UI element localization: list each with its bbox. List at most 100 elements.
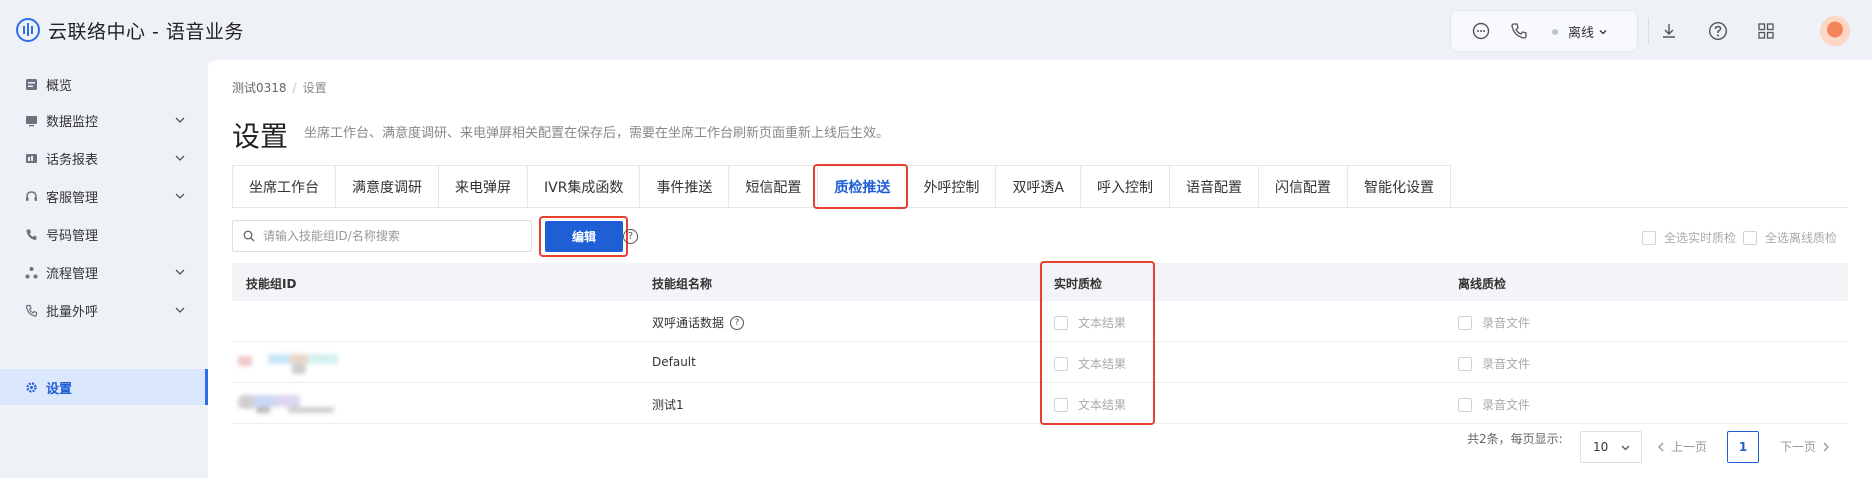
sidebar-item-label: 客服管理: [46, 190, 99, 206]
checkbox[interactable]: [1054, 397, 1068, 412]
checkbox[interactable]: [1458, 315, 1472, 330]
page-size-value: 10: [1593, 440, 1609, 454]
sidebar-item-number-management[interactable]: 号码管理: [0, 216, 208, 252]
search-input[interactable]: [263, 229, 523, 243]
tab-dual-call-a[interactable]: 双呼透A: [996, 166, 1082, 208]
realtime-label: 文本结果: [1078, 357, 1127, 371]
monitor-icon: [24, 113, 38, 127]
sidebar-item-label: 批量外呼: [46, 304, 99, 320]
sidebar-item-call-report[interactable]: 话务报表: [0, 140, 208, 176]
tab-incoming-popup[interactable]: 来电弹屏: [439, 166, 528, 208]
offline-label: 录音文件: [1482, 398, 1531, 412]
sidebar: 概览 数据监控 话务报表 客服管理 号码管理 流程管理 批量外呼 设置: [0, 60, 208, 478]
sidebar-item-overview[interactable]: 概览: [0, 66, 208, 102]
checkbox[interactable]: [1054, 356, 1068, 371]
sidebar-item-agent-management[interactable]: 客服管理: [0, 178, 208, 214]
tab-voice-config[interactable]: 语音配置: [1170, 166, 1260, 208]
chevron-down-icon: [1599, 29, 1607, 34]
edit-button[interactable]: 编辑: [545, 221, 623, 252]
chevron-down-icon: [175, 117, 185, 123]
chevron-down-icon: [175, 269, 185, 275]
skill-name-cell: Default: [652, 355, 696, 369]
checkbox[interactable]: [1743, 230, 1757, 245]
status-dot-icon: [1552, 28, 1558, 35]
tab-ivr-functions[interactable]: IVR集成函数: [528, 166, 641, 208]
search-box[interactable]: [232, 220, 532, 252]
table-row: Default 文本结果 录音文件: [232, 342, 1848, 383]
chevron-left-icon: [1658, 442, 1664, 451]
offline-checkbox-cell[interactable]: 录音文件: [1458, 396, 1530, 413]
search-icon: [243, 230, 255, 242]
sidebar-item-flow-management[interactable]: 流程管理: [0, 254, 208, 290]
skill-id-redacted: [236, 391, 356, 415]
offline-label: 录音文件: [1482, 316, 1531, 330]
status-label: 离线: [1568, 26, 1595, 41]
grid-icon[interactable]: [1757, 22, 1775, 40]
realtime-checkbox-cell[interactable]: 文本结果: [1054, 314, 1126, 331]
skill-id-redacted: [236, 350, 356, 374]
chevron-down-icon: [175, 307, 185, 313]
chevron-down-icon: [175, 193, 185, 199]
sidebar-item-settings[interactable]: 设置: [0, 369, 208, 405]
page-title: 设置: [232, 120, 289, 153]
breadcrumb-separator: /: [292, 81, 297, 95]
tab-event-push[interactable]: 事件推送: [640, 166, 730, 208]
phone-icon[interactable]: [1510, 22, 1528, 40]
checkbox[interactable]: [1458, 397, 1472, 412]
column-header-realtime: 实时质检: [1054, 277, 1103, 291]
skill-name-cell: 双呼通话数据 ?: [652, 314, 745, 331]
select-all-offline[interactable]: 全选离线质检: [1743, 229, 1837, 246]
app-logo-icon: [16, 18, 40, 42]
status-dropdown[interactable]: 离线: [1552, 22, 1608, 41]
next-page-button[interactable]: 下一页: [1780, 438, 1830, 455]
tab-satisfaction-survey[interactable]: 满意度调研: [336, 166, 439, 208]
realtime-label: 文本结果: [1078, 398, 1127, 412]
prev-page-label: 上一页: [1671, 440, 1708, 454]
flow-icon: [24, 265, 38, 279]
page-number-current[interactable]: 1: [1727, 431, 1759, 463]
main-panel: 测试0318 / 设置 设置 坐席工作台、满意度调研、来电弹屏相关配置在保存后，需要…: [208, 60, 1872, 478]
breadcrumb-parent[interactable]: 测试0318: [232, 81, 287, 95]
help-icon[interactable]: ?: [623, 229, 638, 244]
chevron-down-icon: [1621, 445, 1630, 451]
offline-checkbox-cell[interactable]: 录音文件: [1458, 314, 1530, 331]
checkbox[interactable]: [1054, 315, 1068, 330]
tab-flash-sms-config[interactable]: 闪信配置: [1259, 166, 1349, 208]
headset-icon: [24, 189, 38, 203]
report-icon: [24, 151, 38, 165]
tab-quality-push[interactable]: 质检推送: [818, 166, 908, 208]
checkbox[interactable]: [1458, 356, 1472, 371]
page-size-select[interactable]: 10: [1580, 431, 1642, 463]
help-icon[interactable]: ?: [730, 315, 745, 330]
tab-intelligent-settings[interactable]: 智能化设置: [1348, 166, 1452, 208]
select-all-offline-label: 全选离线质检: [1765, 231, 1838, 245]
checkbox[interactable]: [1642, 230, 1656, 245]
realtime-checkbox-cell[interactable]: 文本结果: [1054, 396, 1126, 413]
column-header-skill-name: 技能组名称: [652, 277, 713, 291]
gear-icon: [24, 380, 38, 394]
select-all-realtime[interactable]: 全选实时质检: [1642, 229, 1736, 246]
help-icon[interactable]: [1708, 21, 1728, 41]
settings-tabs: 坐席工作台 满意度调研 来电弹屏 IVR集成函数 事件推送 短信配置 质检推送 …: [232, 165, 1452, 208]
select-all-realtime-label: 全选实时质检: [1664, 231, 1737, 245]
offline-checkbox-cell[interactable]: 录音文件: [1458, 355, 1530, 372]
sidebar-item-label: 号码管理: [46, 228, 99, 244]
tab-inbound-control[interactable]: 呼入控制: [1081, 166, 1171, 208]
tab-outbound-control[interactable]: 外呼控制: [907, 166, 997, 208]
sidebar-item-batch-outbound[interactable]: 批量外呼: [0, 292, 208, 328]
sidebar-item-label: 设置: [46, 381, 73, 397]
download-icon[interactable]: [1660, 22, 1678, 40]
sidebar-item-data-monitor[interactable]: 数据监控: [0, 102, 208, 138]
realtime-checkbox-cell[interactable]: 文本结果: [1054, 355, 1126, 372]
chat-icon[interactable]: [1472, 22, 1490, 40]
phone-icon: [24, 227, 38, 241]
tab-sms-config[interactable]: 短信配置: [729, 166, 819, 208]
tab-agent-workbench[interactable]: 坐席工作台: [233, 166, 336, 208]
column-header-offline: 离线质检: [1458, 277, 1507, 291]
breadcrumb-current: 设置: [302, 81, 327, 95]
avatar[interactable]: [1820, 16, 1850, 46]
prev-page-button[interactable]: 上一页: [1657, 438, 1707, 455]
sidebar-item-label: 概览: [46, 78, 73, 94]
next-page-label: 下一页: [1780, 440, 1817, 454]
chevron-right-icon: [1823, 442, 1829, 451]
